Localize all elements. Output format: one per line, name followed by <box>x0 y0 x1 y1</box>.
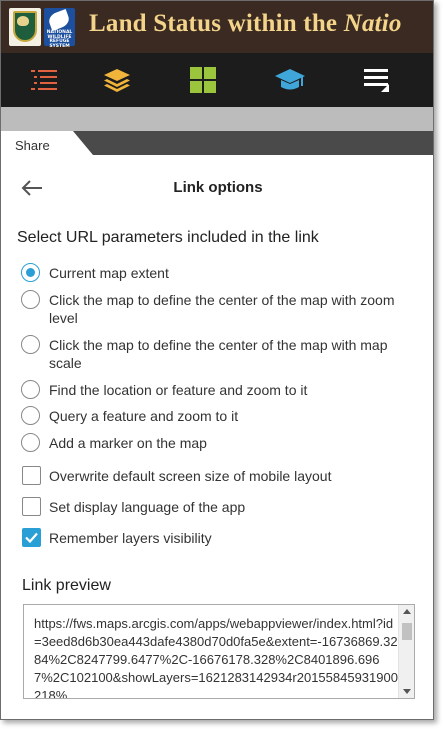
checkbox-label: Remember layers visibility <box>49 529 212 546</box>
refuge-logo-text: NATIONAL WILDLIFE REFUGE SYSTEM <box>46 30 73 49</box>
radio-button[interactable] <box>21 290 40 309</box>
radio-button[interactable] <box>21 433 40 452</box>
basemap-button[interactable] <box>160 53 246 107</box>
menu-icon <box>364 69 389 92</box>
radio-option-query-feature[interactable]: Query a feature and zoom to it <box>21 406 239 425</box>
refuge-system-logo: NATIONAL WILDLIFE REFUGE SYSTEM <box>44 8 75 49</box>
radio-option-current-extent[interactable]: Current map extent <box>21 263 169 282</box>
list-icon <box>31 70 57 90</box>
radio-option-center-zoom[interactable]: Click the map to define the center of th… <box>21 290 421 327</box>
checkbox[interactable] <box>22 466 41 485</box>
layers-button[interactable] <box>74 53 160 107</box>
checkbox-layers-visibility[interactable]: Remember layers visibility <box>22 528 212 547</box>
radio-label: Find the location or feature and zoom to… <box>49 382 308 398</box>
url-params-heading: Select URL parameters included in the li… <box>17 229 319 246</box>
radio-label: Current map extent <box>49 265 169 281</box>
link-preview-heading: Link preview <box>22 577 111 594</box>
graduation-cap-icon <box>275 69 305 90</box>
checkbox-display-language[interactable]: Set display language of the app <box>22 497 245 516</box>
radio-label: Add a marker on the map <box>49 435 207 451</box>
about-button[interactable] <box>247 53 333 107</box>
more-menu-button[interactable] <box>333 53 419 107</box>
back-button[interactable] <box>21 179 43 197</box>
tab-share-label: Share <box>15 138 50 153</box>
usfws-logo <box>9 8 41 46</box>
share-panel: Link options Select URL parameters inclu… <box>1 155 433 719</box>
preview-scrollbar[interactable] <box>398 605 414 698</box>
checkbox-label: Set display language of the app <box>49 498 246 515</box>
checkbox-overwrite-screen-size[interactable]: Overwrite default screen size of mobile … <box>22 466 331 485</box>
radio-button[interactable] <box>21 406 40 425</box>
arrow-left-icon <box>21 180 42 196</box>
radio-option-center-scale[interactable]: Click the map to define the center of th… <box>21 335 421 372</box>
radio-button[interactable] <box>21 335 40 354</box>
tab-share[interactable]: Share <box>1 131 93 155</box>
app-title-italic: Natio <box>343 10 402 37</box>
grid-icon <box>190 67 216 93</box>
radio-label: Click the map to define the center of th… <box>49 337 388 371</box>
link-preview-text: https://fws.maps.arcgis.com/apps/webappv… <box>34 616 398 699</box>
checkmark-icon <box>25 532 38 543</box>
scroll-thumb[interactable] <box>402 623 412 640</box>
checkbox-label: Overwrite default screen size of mobile … <box>49 467 332 484</box>
checkbox[interactable] <box>22 528 41 547</box>
radio-option-find-location[interactable]: Find the location or feature and zoom to… <box>21 380 308 399</box>
app-title-main: Land Status within the <box>89 10 344 37</box>
scroll-down-arrow-icon[interactable] <box>403 689 411 694</box>
checkbox[interactable] <box>22 497 41 516</box>
panel-tab-bar: Share <box>1 131 433 155</box>
panel-title: Link options <box>173 179 263 196</box>
app-header: NATIONAL WILDLIFE REFUGE SYSTEM Land Sta… <box>1 1 433 53</box>
radio-button[interactable] <box>21 380 40 399</box>
app-title: Land Status within the Natio <box>89 10 402 38</box>
radio-option-add-marker[interactable]: Add a marker on the map <box>21 433 207 452</box>
radio-label: Click the map to define the center of th… <box>49 292 395 326</box>
radio-label: Query a feature and zoom to it <box>49 408 239 424</box>
scroll-up-arrow-icon[interactable] <box>403 609 411 614</box>
app-window: NATIONAL WILDLIFE REFUGE SYSTEM Land Sta… <box>0 0 434 720</box>
link-preview-textarea[interactable]: https://fws.maps.arcgis.com/apps/webappv… <box>23 604 415 699</box>
widget-toolbar <box>1 53 433 107</box>
radio-button[interactable] <box>21 263 40 282</box>
map-strip <box>1 107 433 131</box>
layers-icon <box>104 69 130 92</box>
